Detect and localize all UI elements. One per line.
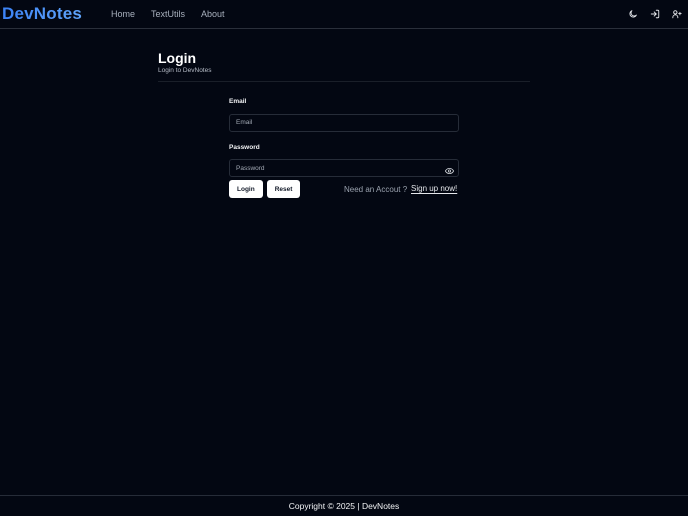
need-account-text: Need an Accout ? bbox=[344, 185, 408, 194]
nav-icons bbox=[628, 8, 682, 20]
form-actions: Login Reset Need an Accout ? Sign up now… bbox=[229, 180, 459, 198]
moon-icon[interactable] bbox=[628, 8, 638, 20]
reset-button[interactable]: Reset bbox=[266, 180, 301, 198]
page-subtitle: Login to DevNotes bbox=[158, 67, 212, 74]
brand-logo[interactable]: DevNotes bbox=[2, 4, 82, 24]
email-field-wrap bbox=[229, 111, 459, 132]
page-title: Login bbox=[158, 50, 197, 66]
password-label: Password bbox=[229, 143, 260, 151]
user-plus-icon[interactable] bbox=[672, 8, 682, 20]
nav-link-home[interactable]: Home bbox=[111, 9, 135, 19]
email-field[interactable] bbox=[229, 113, 459, 132]
navbar: DevNotes Home TextUtils About bbox=[0, 0, 688, 29]
eye-icon[interactable] bbox=[444, 162, 455, 174]
copyright-text: Copyright © 2025 | DevNotes bbox=[288, 501, 400, 511]
signup-link[interactable]: Sign up now! bbox=[411, 184, 457, 193]
nav-links: Home TextUtils About bbox=[111, 9, 225, 19]
password-field[interactable] bbox=[229, 159, 459, 177]
password-field-wrap bbox=[229, 157, 459, 177]
email-label: Email bbox=[229, 98, 247, 105]
login-icon[interactable] bbox=[650, 8, 660, 20]
footer: Copyright © 2025 | DevNotes bbox=[0, 495, 688, 512]
login-form: Email Password bbox=[229, 98, 459, 177]
nav-link-about[interactable]: About bbox=[201, 9, 225, 19]
page-header: Login Login to DevNotes bbox=[158, 50, 530, 82]
login-button[interactable]: Login bbox=[229, 180, 263, 198]
nav-link-textutils[interactable]: TextUtils bbox=[151, 9, 185, 19]
